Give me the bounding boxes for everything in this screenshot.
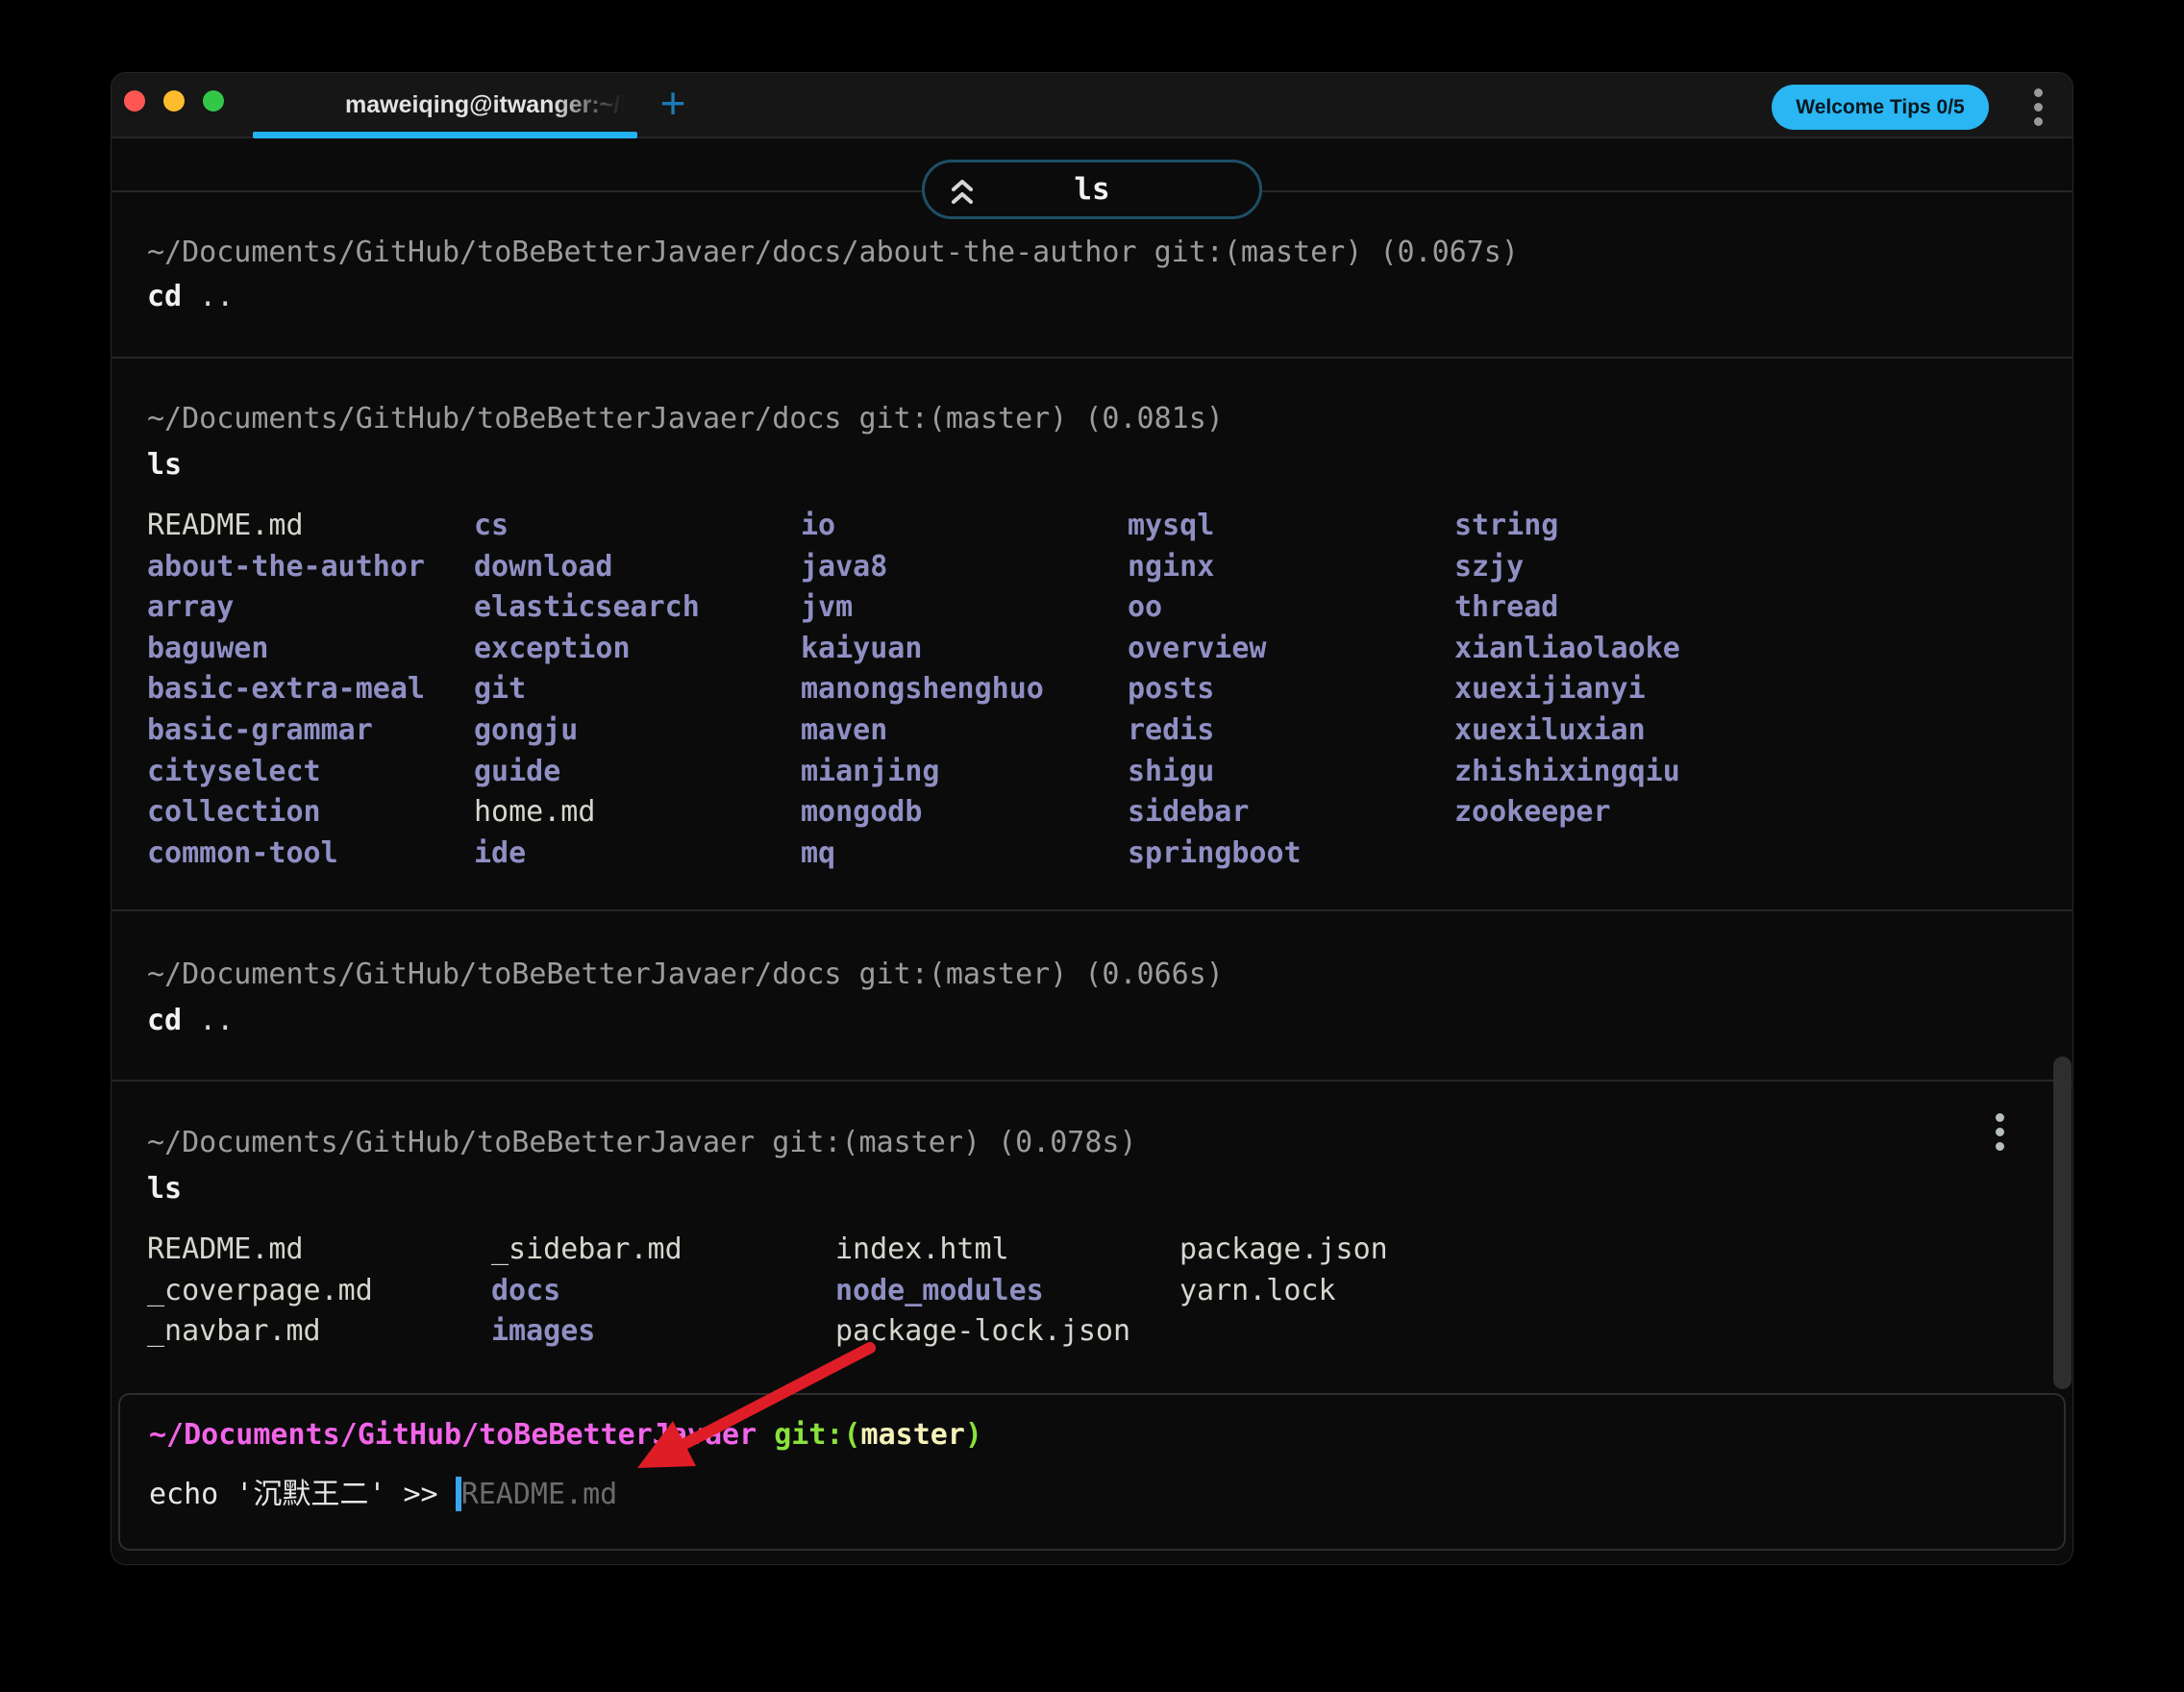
directory-entry: guide bbox=[474, 752, 801, 793]
file-entry: package-lock.json bbox=[835, 1311, 1179, 1353]
file-entry: yarn.lock bbox=[1179, 1271, 1524, 1312]
directory-entry: zookeeper bbox=[1454, 792, 1781, 834]
directory-entry: szjy bbox=[1454, 547, 1781, 588]
directory-entry: shigu bbox=[1128, 752, 1454, 793]
titlebar: maweiqing@itwanger:~/Docum + Welcome Tip… bbox=[112, 73, 2072, 138]
block-divider bbox=[112, 909, 2073, 911]
file-entry: _navbar.md bbox=[147, 1311, 491, 1353]
directory-entry: basic-grammar bbox=[147, 710, 474, 752]
directory-entry: oo bbox=[1128, 587, 1454, 629]
directory-entry: xuexijianyi bbox=[1454, 669, 1781, 710]
file-entry: README.md bbox=[147, 1230, 491, 1271]
directory-entry: string bbox=[1454, 506, 1781, 547]
directory-entry: io bbox=[801, 506, 1128, 547]
window-menu-icon[interactable] bbox=[2033, 88, 2043, 132]
screenshot-canvas: maweiqing@itwanger:~/Docum + Welcome Tip… bbox=[0, 0, 2184, 1692]
directory-entry: common-tool bbox=[147, 834, 474, 875]
directory-entry: sidebar bbox=[1128, 792, 1454, 834]
directory-entry: node_modules bbox=[835, 1271, 1179, 1312]
directory-entry: kaiyuan bbox=[801, 629, 1128, 670]
terminal-window: maweiqing@itwanger:~/Docum + Welcome Tip… bbox=[111, 72, 2073, 1565]
terminal-tab[interactable]: maweiqing@itwanger:~/Docum bbox=[253, 73, 637, 138]
directory-entry: gongju bbox=[474, 710, 801, 752]
directory-entry: mongodb bbox=[801, 792, 1128, 834]
sticky-command-label: ls bbox=[925, 162, 1259, 216]
block-context-line: ~/Documents/GitHub/toBeBetterJavaer/docs… bbox=[147, 398, 1224, 440]
directory-entry: xianliaolaoke bbox=[1454, 629, 1781, 670]
current-prompt-block[interactable]: ~/Documents/GitHub/toBeBetterJavaer git:… bbox=[118, 1393, 2066, 1551]
directory-entry: cs bbox=[474, 506, 801, 547]
tab-title-fade bbox=[551, 75, 637, 135]
directory-entry: redis bbox=[1128, 710, 1454, 752]
command-input[interactable]: echo '沉默王二' >> README.md bbox=[149, 1474, 617, 1516]
directory-entry: array bbox=[147, 587, 474, 629]
block-divider bbox=[112, 1080, 2073, 1082]
minimize-window-button[interactable] bbox=[163, 90, 185, 112]
scrollbar-thumb[interactable] bbox=[2053, 1057, 2072, 1389]
directory-entry: about-the-author bbox=[147, 547, 474, 588]
directory-entry: mianjing bbox=[801, 752, 1128, 793]
block-context-line: ~/Documents/GitHub/toBeBetterJavaer git:… bbox=[147, 1122, 1137, 1164]
directory-entry: posts bbox=[1128, 669, 1454, 710]
block-context-line: ~/Documents/GitHub/toBeBetterJavaer/docs… bbox=[147, 232, 1519, 274]
directory-entry: cityselect bbox=[147, 752, 474, 793]
zoom-window-button[interactable] bbox=[203, 90, 224, 112]
directory-entry: baguwen bbox=[147, 629, 474, 670]
directory-entry: mysql bbox=[1128, 506, 1454, 547]
file-entry: home.md bbox=[474, 792, 801, 834]
directory-entry: maven bbox=[801, 710, 1128, 752]
directory-entry: xuexiluxian bbox=[1454, 710, 1781, 752]
file-entry: index.html bbox=[835, 1230, 1179, 1271]
directory-entry: download bbox=[474, 547, 801, 588]
file-entry: _sidebar.md bbox=[491, 1230, 835, 1271]
ls-output-grid: README.mdcsiomysqlstring about-the-author… bbox=[147, 506, 1781, 874]
directory-entry: elasticsearch bbox=[474, 587, 801, 629]
directory-entry: collection bbox=[147, 792, 474, 834]
welcome-tips-button[interactable]: Welcome Tips 0/5 bbox=[1772, 85, 1989, 130]
prompt-context-line: ~/Documents/GitHub/toBeBetterJavaer git:… bbox=[149, 1414, 982, 1456]
block-command: cd .. bbox=[147, 276, 234, 318]
block-menu-icon[interactable] bbox=[1995, 1113, 2004, 1157]
directory-entry: basic-extra-meal bbox=[147, 669, 474, 710]
directory-entry: jvm bbox=[801, 587, 1128, 629]
block-command: ls bbox=[147, 444, 182, 486]
file-entry: README.md bbox=[147, 506, 474, 547]
directory-entry: exception bbox=[474, 629, 801, 670]
ls-output-grid: README.md_sidebar.mdindex.htmlpackage.js… bbox=[147, 1230, 1524, 1353]
directory-entry: thread bbox=[1454, 587, 1781, 629]
directory-entry: git bbox=[474, 669, 801, 710]
block-command: ls bbox=[147, 1168, 182, 1210]
block-divider bbox=[112, 357, 2073, 359]
new-tab-button[interactable]: + bbox=[650, 73, 696, 137]
file-entry: _coverpage.md bbox=[147, 1271, 491, 1312]
close-window-button[interactable] bbox=[124, 90, 145, 112]
directory-entry: images bbox=[491, 1311, 835, 1353]
sticky-command-pill[interactable]: ls bbox=[922, 160, 1262, 219]
directory-entry: nginx bbox=[1128, 547, 1454, 588]
directory-entry: mq bbox=[801, 834, 1128, 875]
directory-entry: java8 bbox=[801, 547, 1128, 588]
directory-entry: ide bbox=[474, 834, 801, 875]
block-command: cd .. bbox=[147, 1000, 234, 1042]
directory-entry: manongshenghuo bbox=[801, 669, 1128, 710]
file-entry: package.json bbox=[1179, 1230, 1524, 1271]
directory-entry: overview bbox=[1128, 629, 1454, 670]
active-tab-indicator bbox=[253, 132, 637, 138]
autocomplete-suggestion: README.md bbox=[461, 1478, 618, 1511]
directory-entry: springboot bbox=[1128, 834, 1454, 875]
directory-entry: docs bbox=[491, 1271, 835, 1312]
block-context-line: ~/Documents/GitHub/toBeBetterJavaer/docs… bbox=[147, 954, 1224, 996]
directory-entry: zhishixingqiu bbox=[1454, 752, 1781, 793]
